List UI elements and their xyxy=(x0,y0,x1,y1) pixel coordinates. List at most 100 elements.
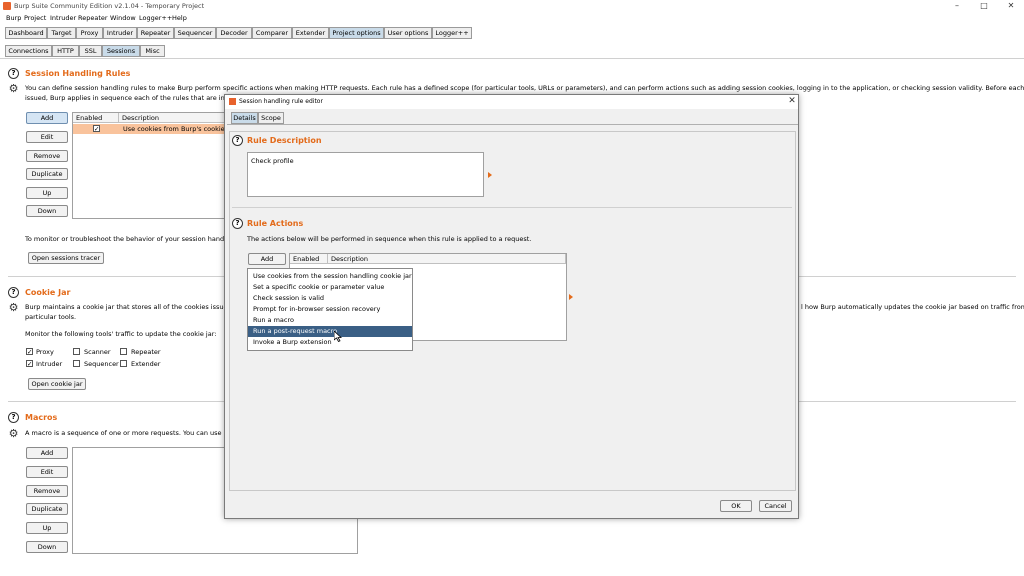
remove-macro-button[interactable]: Remove xyxy=(26,485,68,497)
up-macro-button[interactable]: Up xyxy=(26,522,68,534)
menu-help[interactable]: Help xyxy=(172,14,187,22)
tab-project-options[interactable]: Project options xyxy=(329,27,384,39)
gear-icon[interactable]: ⚙ xyxy=(8,428,19,439)
tab-divider xyxy=(0,58,1024,59)
open-sessions-tracer-button[interactable]: Open sessions tracer xyxy=(28,252,104,264)
session-rules-description-2: issued, Burp applies in sequence each of… xyxy=(25,94,235,102)
help-icon[interactable]: ? xyxy=(232,135,243,146)
add-macro-button[interactable]: Add xyxy=(26,447,68,459)
rule-description-title: Rule Description xyxy=(247,136,322,145)
scanner-label: Scanner xyxy=(84,348,111,356)
remove-rule-button[interactable]: Remove xyxy=(26,150,68,162)
mouse-cursor-icon xyxy=(334,331,342,342)
menu-logger[interactable]: Logger++ xyxy=(139,14,172,22)
tab-connections[interactable]: Connections xyxy=(5,45,52,57)
tab-dashboard[interactable]: Dashboard xyxy=(5,27,47,39)
help-icon[interactable]: ? xyxy=(8,287,19,298)
table-row[interactable]: ✓ Use cookies from Burp's cookie xyxy=(73,124,231,134)
down-rule-button[interactable]: Down xyxy=(26,205,68,217)
rule-actions-description: The actions below will be performed in s… xyxy=(247,235,532,243)
sequencer-checkbox[interactable] xyxy=(73,360,80,367)
tab-sessions[interactable]: Sessions xyxy=(102,45,140,57)
menu-item-invoke-extension[interactable]: Invoke a Burp extension xyxy=(248,337,412,348)
dialog-title-bar: Session handling rule editor ✕ xyxy=(225,95,798,109)
menu-item-check-session[interactable]: Check session is valid xyxy=(248,293,412,304)
help-icon[interactable]: ? xyxy=(232,218,243,229)
rule-description: Use cookies from Burp's cookie xyxy=(123,125,225,133)
menu-repeater[interactable]: Repeater xyxy=(78,14,108,22)
session-rule-editor-dialog: Session handling rule editor ✕ Details S… xyxy=(224,94,799,519)
menu-window[interactable]: Window xyxy=(110,14,136,22)
menu-burp[interactable]: Burp xyxy=(6,14,21,22)
down-macro-button[interactable]: Down xyxy=(26,541,68,553)
edit-macro-button[interactable]: Edit xyxy=(26,466,68,478)
proxy-checkbox[interactable]: ✓ xyxy=(26,348,33,355)
add-rule-button[interactable]: Add xyxy=(26,112,68,124)
tab-comparer[interactable]: Comparer xyxy=(252,27,292,39)
tab-ssl[interactable]: SSL xyxy=(79,45,102,57)
add-action-button[interactable]: Add xyxy=(248,253,286,265)
cookie-jar-description-2: particular tools. xyxy=(25,313,77,321)
close-dialog-icon[interactable]: ✕ xyxy=(785,96,799,106)
duplicate-macro-button[interactable]: Duplicate xyxy=(26,503,68,515)
tab-intruder[interactable]: Intruder xyxy=(103,27,137,39)
sub-tabs: Connections HTTP SSL Sessions Misc xyxy=(0,45,1024,58)
rule-description-value: Check profile xyxy=(251,157,294,165)
section-title-session-rules: Session Handling Rules xyxy=(25,69,131,78)
tab-misc[interactable]: Misc xyxy=(140,45,165,57)
tab-scope[interactable]: Scope xyxy=(258,112,284,124)
tab-details[interactable]: Details xyxy=(231,112,258,124)
gear-icon[interactable]: ⚙ xyxy=(8,302,19,313)
tab-sequencer[interactable]: Sequencer xyxy=(174,27,216,39)
submenu-arrow-icon[interactable] xyxy=(488,172,492,178)
close-window-icon[interactable]: ✕ xyxy=(1004,1,1018,10)
tab-http[interactable]: HTTP xyxy=(52,45,79,57)
tab-logger[interactable]: Logger++ xyxy=(432,27,472,39)
intruder-checkbox[interactable]: ✓ xyxy=(26,360,33,367)
menu-bar: Burp Project Intruder Repeater Window Lo… xyxy=(0,13,1024,25)
column-header-enabled[interactable]: Enabled xyxy=(290,254,328,264)
tab-extender[interactable]: Extender xyxy=(292,27,329,39)
menu-intruder[interactable]: Intruder xyxy=(50,14,76,22)
monitor-text: To monitor or troubleshoot the behavior … xyxy=(25,235,236,243)
extender-label: Extender xyxy=(131,360,161,368)
session-rules-table: Enabled Description ✓ Use cookies from B… xyxy=(72,112,232,219)
rule-description-input[interactable]: Check profile xyxy=(247,152,484,197)
submenu-arrow-icon[interactable] xyxy=(569,294,573,300)
extender-checkbox[interactable] xyxy=(120,360,127,367)
window-title: Burp Suite Community Edition v2.1.04 - T… xyxy=(14,2,205,10)
dialog-title: Session handling rule editor xyxy=(239,98,323,105)
menu-item-prompt-recovery[interactable]: Prompt for in-browser session recovery xyxy=(248,304,412,315)
section-title-macros: Macros xyxy=(25,413,58,422)
column-header-description[interactable]: Description xyxy=(119,113,231,123)
gear-icon[interactable]: ⚙ xyxy=(8,83,19,94)
menu-item-set-cookie[interactable]: Set a specific cookie or parameter value xyxy=(248,282,412,293)
session-rules-description: You can define session handling rules to… xyxy=(25,84,1024,92)
repeater-checkbox[interactable] xyxy=(120,348,127,355)
scanner-checkbox[interactable] xyxy=(73,348,80,355)
rule-enabled-checkbox[interactable]: ✓ xyxy=(93,125,100,132)
column-header-enabled[interactable]: Enabled xyxy=(73,113,119,123)
open-cookie-jar-button[interactable]: Open cookie jar xyxy=(28,378,86,390)
edit-rule-button[interactable]: Edit xyxy=(26,131,68,143)
tab-proxy[interactable]: Proxy xyxy=(76,27,103,39)
menu-item-run-post-request-macro[interactable]: Run a post-request macro xyxy=(248,326,412,337)
section-title-cookie-jar: Cookie Jar xyxy=(25,288,71,297)
menu-project[interactable]: Project xyxy=(24,14,46,22)
tab-repeater[interactable]: Repeater xyxy=(137,27,174,39)
cancel-button[interactable]: Cancel xyxy=(759,500,792,512)
minimize-icon[interactable]: – xyxy=(950,1,964,10)
maximize-icon[interactable]: □ xyxy=(977,1,991,10)
ok-button[interactable]: OK xyxy=(720,500,752,512)
tab-decoder[interactable]: Decoder xyxy=(216,27,252,39)
help-icon[interactable]: ? xyxy=(8,412,19,423)
menu-item-run-macro[interactable]: Run a macro xyxy=(248,315,412,326)
menu-item-use-cookies[interactable]: Use cookies from the session handling co… xyxy=(248,271,412,282)
duplicate-rule-button[interactable]: Duplicate xyxy=(26,168,68,180)
up-rule-button[interactable]: Up xyxy=(26,187,68,199)
repeater-label: Repeater xyxy=(131,348,161,356)
tab-user-options[interactable]: User options xyxy=(384,27,432,39)
help-icon[interactable]: ? xyxy=(8,68,19,79)
column-header-description[interactable]: Description xyxy=(328,254,566,264)
tab-target[interactable]: Target xyxy=(47,27,76,39)
